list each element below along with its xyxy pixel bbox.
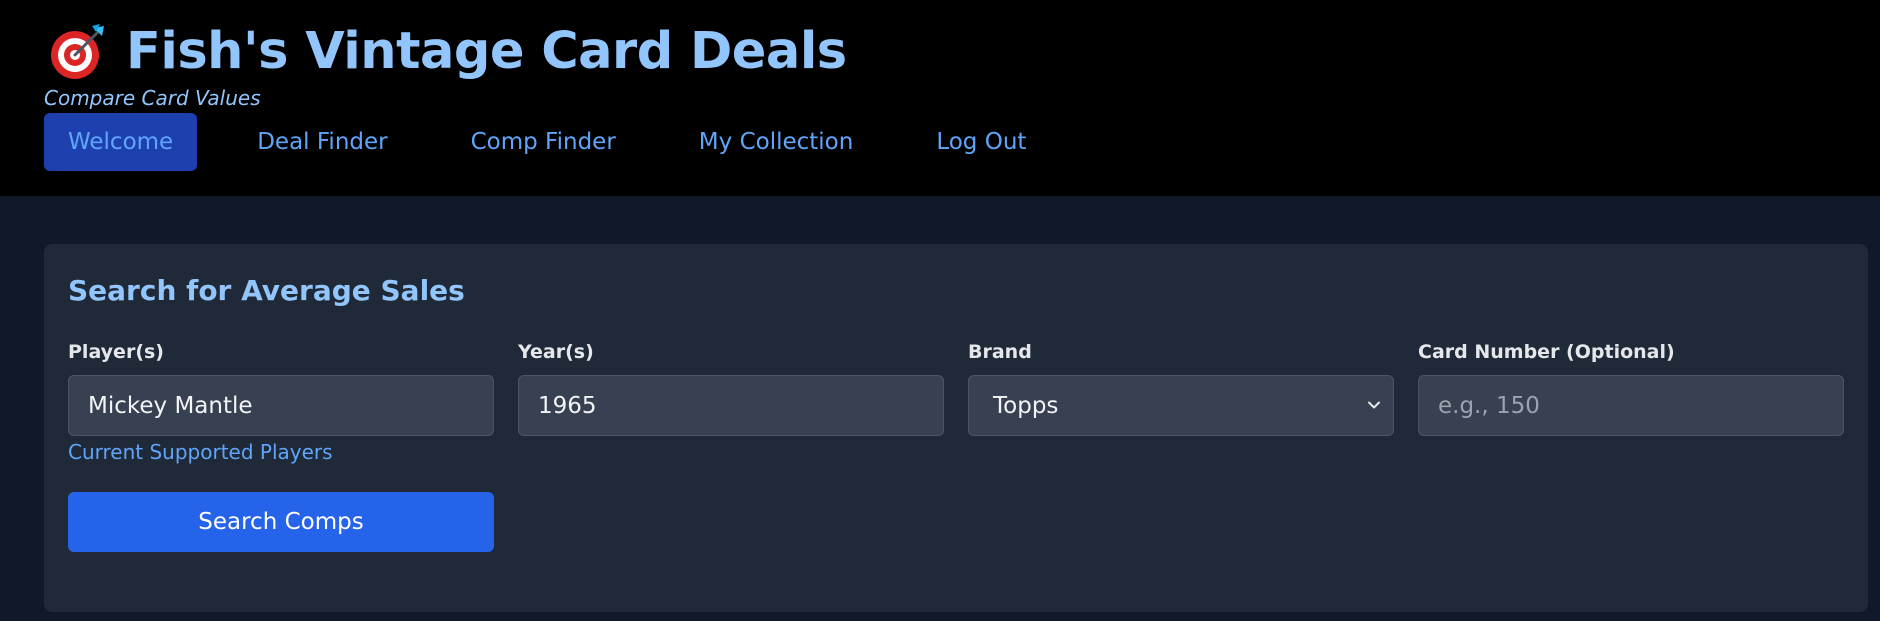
main-nav: Welcome Deal Finder Comp Finder My Colle… [44, 113, 1085, 171]
nav-welcome[interactable]: Welcome [44, 113, 198, 171]
players-field: Player(s) [68, 338, 494, 436]
nav-my-collection[interactable]: My Collection [675, 113, 878, 171]
players-label: Player(s) [68, 341, 164, 363]
search-card-title: Search for Average Sales [68, 274, 465, 307]
nav-deal-finder[interactable]: Deal Finder [233, 113, 411, 171]
nav-comp-finder[interactable]: Comp Finder [447, 113, 640, 171]
chevron-down-icon [1368, 401, 1380, 409]
card-number-label: Card Number (Optional) [1418, 341, 1675, 363]
brand-label: Brand [968, 341, 1032, 363]
nav-log-out[interactable]: Log Out [912, 113, 1050, 171]
years-input[interactable] [518, 375, 944, 436]
search-card: Search for Average Sales Player(s) Year(… [44, 244, 1868, 612]
years-field: Year(s) [518, 338, 944, 436]
players-input[interactable] [68, 375, 494, 436]
card-number-input[interactable] [1418, 375, 1844, 436]
brand-select-wrap: Topps [968, 375, 1394, 436]
brand: Fish's Vintage Card Deals [48, 22, 847, 82]
search-comps-button[interactable]: Search Comps [68, 492, 494, 552]
site-header: Fish's Vintage Card Deals Compare Card V… [0, 0, 1880, 196]
brand-select[interactable]: Topps [968, 375, 1394, 436]
supported-players-link[interactable]: Current Supported Players [68, 440, 333, 464]
years-label: Year(s) [518, 341, 594, 363]
site-tagline: Compare Card Values [44, 86, 261, 110]
brand-field: Brand Topps [968, 338, 1394, 436]
card-number-field: Card Number (Optional) [1418, 338, 1844, 436]
site-title: Fish's Vintage Card Deals [126, 22, 847, 81]
target-dart-icon [51, 24, 104, 79]
